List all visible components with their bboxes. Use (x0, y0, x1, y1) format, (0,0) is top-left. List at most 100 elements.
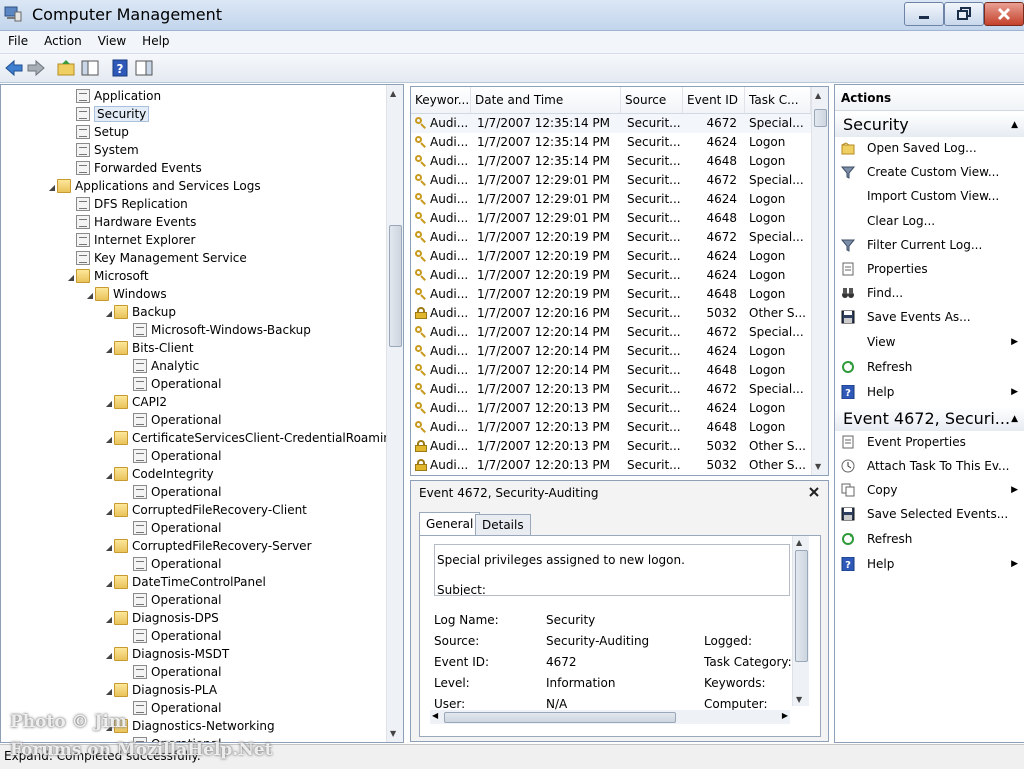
event-row[interactable]: Audi... 1/7/2007 12:20:14 PM Securit... 467… (411, 323, 811, 342)
action-save-selected-events[interactable]: Save Selected Events... (835, 503, 1024, 525)
back-arrow-icon[interactable] (4, 58, 24, 78)
tree-item[interactable]: Operational (123, 447, 221, 465)
tree-item[interactable]: Operational (123, 627, 221, 645)
scroll-right-arrow-icon[interactable]: ▶ (782, 711, 788, 720)
tree-item[interactable]: ◢ Diagnosis-DPS (104, 609, 219, 627)
up-folder-icon[interactable] (56, 58, 76, 78)
event-row[interactable]: Audi... 1/7/2007 12:20:13 PM Securit... 464… (411, 418, 811, 437)
action-clear-log[interactable]: Clear Log... (835, 210, 1024, 232)
expand-arrow-icon[interactable]: ◢ (104, 431, 114, 449)
action-view[interactable]: View ▶ (835, 331, 1024, 353)
event-row[interactable]: Audi... 1/7/2007 12:29:01 PM Securit... 467… (411, 171, 811, 190)
collapse-arrow-icon[interactable]: ▲ (1011, 113, 1018, 137)
action-help[interactable]: ? Help ▶ (835, 381, 1024, 403)
detail-hscrollbar[interactable]: ◀ ▶ (430, 710, 790, 724)
forward-arrow-icon[interactable] (26, 58, 46, 78)
event-row[interactable]: Audi... 1/7/2007 12:20:19 PM Securit... 467… (411, 228, 811, 247)
event-row[interactable]: Audi... 1/7/2007 12:20:13 PM Securit... 467… (411, 380, 811, 399)
event-row[interactable]: Audi... 1/7/2007 12:20:19 PM Securit... 462… (411, 247, 811, 266)
action-copy[interactable]: Copy ▶ (835, 479, 1024, 501)
tree-item[interactable]: Forwarded Events (66, 159, 202, 177)
event-row[interactable]: Audi... 1/7/2007 12:20:16 PM Securit... 503… (411, 304, 811, 323)
tree-scrollbar[interactable]: ▲ ▼ (386, 85, 403, 742)
event-row[interactable]: Audi... 1/7/2007 12:20:14 PM Securit... 464… (411, 361, 811, 380)
events-list[interactable]: Keywor... Date and Time Source Event ID … (410, 86, 829, 476)
minimize-button[interactable] (904, 2, 944, 26)
tree-item[interactable]: Operational (123, 375, 221, 393)
expand-arrow-icon[interactable]: ◢ (66, 269, 76, 287)
scroll-down-arrow-icon[interactable]: ▼ (390, 729, 396, 738)
show-hide-action-pane-icon[interactable] (134, 58, 154, 78)
tree-item[interactable]: ◢ CorruptedFileRecovery-Client (104, 501, 307, 519)
tree-item[interactable]: ◢ Applications and Services Logs (47, 177, 261, 195)
tree-item[interactable]: ◢ Microsoft (66, 267, 149, 285)
tree-item[interactable]: Operational (123, 519, 221, 537)
tree-item[interactable]: Analytic (123, 357, 199, 375)
tab-general[interactable]: General (419, 512, 481, 535)
tree-item[interactable]: ◢ Bits-Client (104, 339, 194, 357)
column-keywords[interactable]: Keywor... (411, 87, 471, 113)
action-save-events-as[interactable]: Save Events As... (835, 306, 1024, 328)
scroll-down-arrow-icon[interactable]: ▼ (815, 462, 821, 471)
column-event-id[interactable]: Event ID (683, 87, 745, 113)
tree-item[interactable]: ◢ CAPI2 (104, 393, 167, 411)
tree-item[interactable]: ◢ CertificateServicesClient-CredentialRoa… (104, 429, 399, 447)
tree-item[interactable]: Application (66, 87, 161, 105)
event-row[interactable]: Audi... 1/7/2007 12:20:19 PM Securit... 464… (411, 285, 811, 304)
action-attach-task-to-this-ev[interactable]: Attach Task To This Ev... (835, 455, 1024, 477)
actions-section-security[interactable]: Security ▲ (835, 113, 1024, 137)
expand-arrow-icon[interactable]: ◢ (104, 467, 114, 485)
column-source[interactable]: Source (621, 87, 683, 113)
help-icon[interactable]: ? (110, 58, 130, 78)
expand-arrow-icon[interactable]: ◢ (104, 341, 114, 359)
scroll-up-arrow-icon[interactable]: ▲ (390, 89, 396, 98)
menu-action[interactable]: Action (36, 31, 90, 51)
show-hide-tree-icon[interactable] (80, 58, 100, 78)
event-row[interactable]: Audi... 1/7/2007 12:35:14 PM Securit... 462… (411, 133, 811, 152)
event-row[interactable]: Audi... 1/7/2007 12:20:13 PM Securit... 503… (411, 437, 811, 456)
console-tree[interactable]: Application Security Setup System Forwarded … (0, 84, 404, 743)
maximize-button[interactable] (944, 2, 984, 26)
tree-item[interactable]: Operational (123, 483, 221, 501)
tree-item[interactable]: Key Management Service (66, 249, 247, 267)
tab-details[interactable]: Details (475, 514, 531, 535)
event-row[interactable]: Audi... 1/7/2007 12:20:14 PM Securit... 462… (411, 342, 811, 361)
action-filter-current-log[interactable]: Filter Current Log... (835, 234, 1024, 256)
tree-item[interactable]: Operational (123, 663, 221, 681)
event-row[interactable]: Audi... 1/7/2007 12:20:19 PM Securit... 462… (411, 266, 811, 285)
column-task-category[interactable]: Task C... (745, 87, 811, 113)
tree-item[interactable]: Hardware Events (66, 213, 196, 231)
scroll-up-arrow-icon[interactable]: ▲ (815, 91, 821, 100)
expand-arrow-icon[interactable]: ◢ (104, 611, 114, 629)
tree-item[interactable]: Security (66, 105, 150, 123)
scroll-down-arrow-icon[interactable]: ▼ (796, 695, 802, 704)
tree-item[interactable]: Internet Explorer (66, 231, 195, 249)
tree-item[interactable]: Setup (66, 123, 129, 141)
tree-item[interactable]: ◢ Windows (85, 285, 167, 303)
tree-scroll-thumb[interactable] (389, 225, 402, 347)
action-create-custom-view[interactable]: Create Custom View... (835, 161, 1024, 183)
close-detail-icon[interactable] (808, 486, 820, 498)
tree-item[interactable]: Operational (123, 555, 221, 573)
action-properties[interactable]: Properties (835, 258, 1024, 280)
event-row[interactable]: Audi... 1/7/2007 12:29:01 PM Securit... 464… (411, 209, 811, 228)
event-row[interactable]: Audi... 1/7/2007 12:20:13 PM Securit... 503… (411, 456, 811, 475)
tree-item[interactable]: Operational (123, 591, 221, 609)
tree-item[interactable]: Operational (123, 411, 221, 429)
events-scrollbar[interactable]: ▲ ▼ (811, 87, 828, 475)
description-scrollbar[interactable]: ▲ ▼ (792, 536, 809, 706)
events-scroll-thumb[interactable] (814, 109, 827, 127)
column-date-time[interactable]: Date and Time (471, 87, 621, 113)
tree-item[interactable]: System (66, 141, 139, 159)
expand-arrow-icon[interactable]: ◢ (85, 287, 95, 305)
action-open-saved-log[interactable]: Open Saved Log... (835, 137, 1024, 159)
expand-arrow-icon[interactable]: ◢ (104, 305, 114, 323)
tree-item[interactable]: DFS Replication (66, 195, 188, 213)
collapse-arrow-icon[interactable]: ▲ (1011, 407, 1018, 431)
tree-item[interactable]: Microsoft-Windows-Backup (123, 321, 311, 339)
event-row[interactable]: Audi... 1/7/2007 12:20:13 PM Securit... 462… (411, 399, 811, 418)
menu-help[interactable]: Help (134, 31, 177, 51)
event-row[interactable]: Audi... 1/7/2007 12:35:14 PM Securit... 464… (411, 152, 811, 171)
action-find[interactable]: Find... (835, 282, 1024, 304)
action-help[interactable]: ? Help ▶ (835, 553, 1024, 575)
